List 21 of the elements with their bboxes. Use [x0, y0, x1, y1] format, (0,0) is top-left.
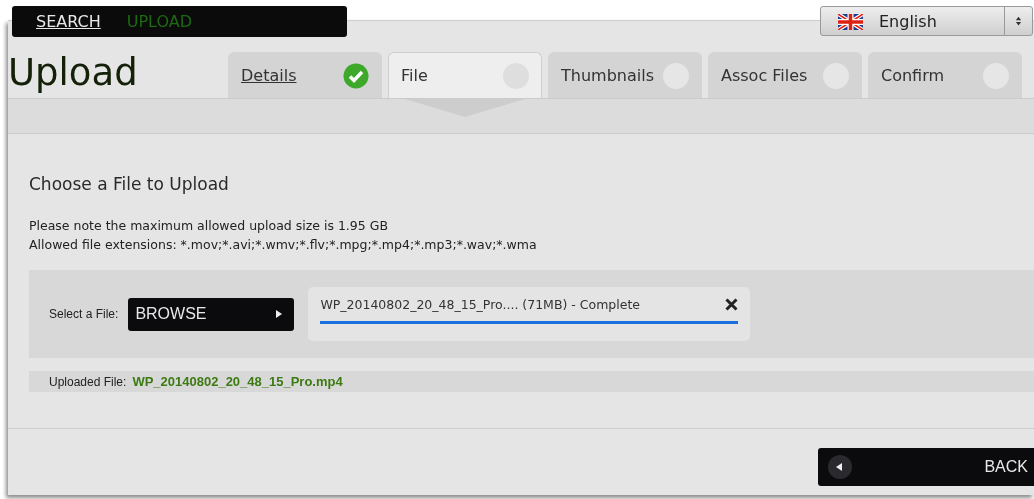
check-icon — [343, 62, 369, 89]
back-button[interactable]: BACK — [818, 448, 1034, 486]
page-title: Upload — [8, 51, 139, 94]
step-tab[interactable]: File — [388, 52, 542, 98]
step-tab[interactable]: Assoc Files — [708, 52, 862, 98]
section-heading: Choose a File to Upload — [29, 174, 230, 194]
flag-icon — [838, 14, 863, 30]
step-tab[interactable]: Confirm — [868, 52, 1022, 98]
field-label: Select a File: — [49, 307, 119, 321]
language-select[interactable]: English — [820, 6, 1033, 36]
note-text: Please note the maximum allowed upload size is 1.95 GB — [29, 217, 389, 235]
step-tab[interactable]: Thumbnails — [548, 52, 702, 98]
nav-link[interactable]: SEARCH — [36, 12, 101, 31]
note-text: Allowed file extensions: *.mov;*.avi;*.wmv;*.flv;*.mpg;*.mp4;*.mp3;*.wav;*.wma — [29, 236, 538, 254]
file-name: WP_20140802_20_48_15_Pro.... (71MB) - Complete — [320, 297, 641, 312]
browse-button[interactable]: BROWSE — [128, 297, 295, 331]
play-icon — [276, 310, 283, 318]
step-tab[interactable]: Details — [228, 52, 382, 98]
close-icon[interactable] — [725, 298, 739, 311]
uploaded-file-name: WP_20140802_20_48_15_Pro.mp4 — [132, 374, 343, 389]
field-label: Uploaded File: — [49, 374, 127, 389]
